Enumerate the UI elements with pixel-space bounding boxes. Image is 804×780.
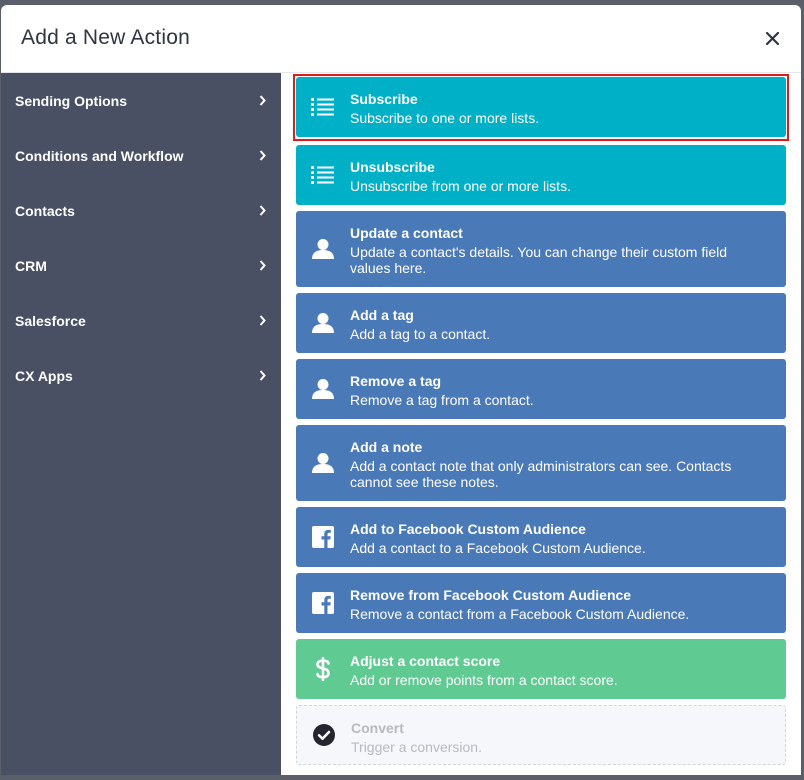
action-title: Add a note <box>350 439 423 455</box>
list-icon <box>310 94 336 120</box>
chevron-right-icon <box>259 370 266 381</box>
action-card-adjust-score[interactable]: Adjust a contact score Add or remove poi… <box>296 639 786 699</box>
sidebar-item-crm[interactable]: CRM <box>1 238 281 293</box>
chevron-right-icon <box>259 205 266 216</box>
action-title: Unsubscribe <box>350 159 435 175</box>
modal-title: Add a New Action <box>21 26 190 49</box>
sidebar-item-label: Salesforce <box>15 313 86 329</box>
action-title: Subscribe <box>350 91 418 107</box>
action-title: Update a contact <box>350 225 463 241</box>
action-description: Remove a tag from a contact. <box>350 392 534 408</box>
check-circle-icon <box>311 722 337 748</box>
close-icon <box>765 31 779 45</box>
sidebar-item-contacts[interactable]: Contacts <box>1 183 281 238</box>
action-card-convert: Convert Trigger a conversion. <box>296 705 786 765</box>
chevron-right-icon <box>259 95 266 106</box>
action-title: Convert <box>351 720 404 736</box>
user-icon <box>310 450 336 476</box>
user-icon <box>310 310 336 336</box>
category-sidebar: Sending Options Conditions and Workflow … <box>1 73 281 775</box>
action-card-add-facebook-audience[interactable]: Add to Facebook Custom Audience Add a co… <box>296 507 786 567</box>
user-icon <box>310 236 336 262</box>
action-card-remove-tag[interactable]: Remove a tag Remove a tag from a contact… <box>296 359 786 419</box>
action-description: Add a tag to a contact. <box>350 326 491 342</box>
sidebar-item-sending-options[interactable]: Sending Options <box>1 73 281 128</box>
action-card-add-tag[interactable]: Add a tag Add a tag to a contact. <box>296 293 786 353</box>
sidebar-item-label: Sending Options <box>15 93 127 109</box>
sidebar-item-label: CRM <box>15 258 47 274</box>
action-description: Add or remove points from a contact scor… <box>350 672 618 688</box>
action-card-unsubscribe[interactable]: Unsubscribe Unsubscribe from one or more… <box>296 145 786 205</box>
chevron-right-icon <box>259 150 266 161</box>
action-list: Subscribe Subscribe to one or more lists… <box>281 73 801 775</box>
action-description: Unsubscribe from one or more lists. <box>350 178 571 194</box>
sidebar-item-label: Conditions and Workflow <box>15 148 184 164</box>
user-icon <box>310 376 336 402</box>
action-title: Remove from Facebook Custom Audience <box>350 587 632 603</box>
action-title: Remove a tag <box>350 373 442 389</box>
sidebar-item-salesforce[interactable]: Salesforce <box>1 293 281 348</box>
action-card-remove-facebook-audience[interactable]: Remove from Facebook Custom Audience Rem… <box>296 573 786 633</box>
action-title: Add to Facebook Custom Audience <box>350 521 586 537</box>
list-icon <box>310 162 336 188</box>
sidebar-item-conditions-and-workflow[interactable]: Conditions and Workflow <box>1 128 281 183</box>
facebook-icon <box>310 524 336 550</box>
close-button[interactable] <box>759 25 785 51</box>
sidebar-item-label: CX Apps <box>15 368 73 384</box>
action-card-add-note[interactable]: Add a note Add a contact note that only … <box>296 425 786 501</box>
action-card-update-contact[interactable]: Update a contact Update a contact's deta… <box>296 211 786 287</box>
action-title: Adjust a contact score <box>350 653 501 669</box>
sidebar-item-label: Contacts <box>15 203 75 219</box>
sidebar-item-cx-apps[interactable]: CX Apps <box>1 348 281 403</box>
action-description: Trigger a conversion. <box>351 739 482 755</box>
dollar-icon <box>310 656 336 682</box>
add-action-modal: Add a New Action Sending Options Conditi… <box>1 5 801 775</box>
action-title: Add a tag <box>350 307 414 323</box>
action-description: Remove a contact from a Facebook Custom … <box>350 606 690 622</box>
chevron-right-icon <box>259 315 266 326</box>
action-card-subscribe[interactable]: Subscribe Subscribe to one or more lists… <box>296 77 786 137</box>
facebook-icon <box>310 590 336 616</box>
action-description: Add a contact to a Facebook Custom Audie… <box>350 540 646 556</box>
action-description: Add a contact note that only administrat… <box>350 458 732 490</box>
chevron-right-icon <box>259 260 266 271</box>
action-description: Update a contact's details. You can chan… <box>350 244 728 276</box>
modal-header: Add a New Action <box>1 5 801 73</box>
action-description: Subscribe to one or more lists. <box>350 110 540 126</box>
